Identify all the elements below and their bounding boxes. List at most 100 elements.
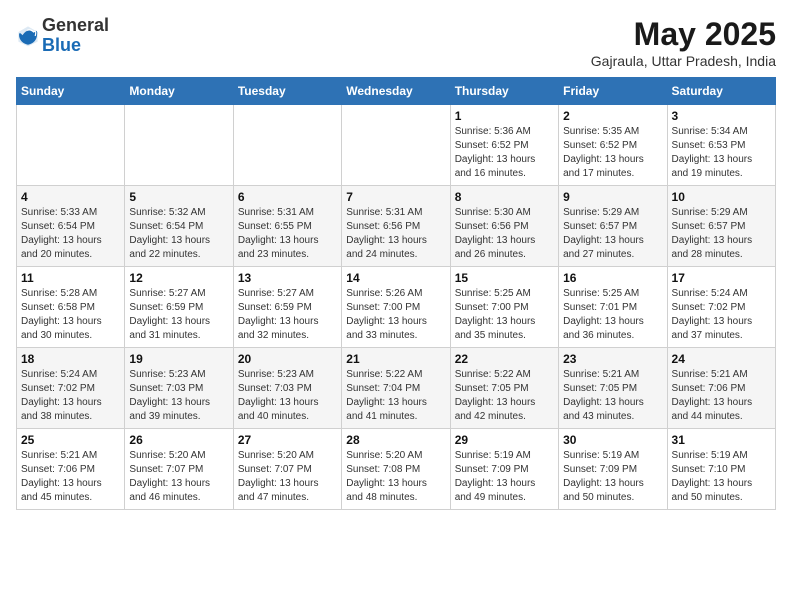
calendar-title: May 2025 [591, 16, 776, 53]
day-detail: Sunrise: 5:23 AM Sunset: 7:03 PM Dayligh… [129, 368, 228, 424]
day-detail: Sunrise: 5:27 AM Sunset: 6:59 PM Dayligh… [129, 287, 228, 343]
day-detail: Sunrise: 5:33 AM Sunset: 6:54 PM Dayligh… [21, 206, 120, 262]
day-cell: 4 Sunrise: 5:33 AM Sunset: 6:54 PM Daylig… [17, 186, 125, 267]
day-cell: 26 Sunrise: 5:20 AM Sunset: 7:07 PM Dayli… [125, 429, 233, 510]
day-cell: 21 Sunrise: 5:22 AM Sunset: 7:04 PM Dayli… [342, 348, 450, 429]
day-cell: 13Sunrise: 5:27 AM Sunset: 6:59 PM Dayli… [233, 267, 341, 348]
day-cell: 20 Sunrise: 5:23 AM Sunset: 7:03 PM Dayli… [233, 348, 341, 429]
day-number: 29 [455, 433, 554, 447]
day-cell: 9Sunrise: 5:29 AM Sunset: 6:57 PM Daylig… [559, 186, 667, 267]
day-cell: 11 Sunrise: 5:28 AM Sunset: 6:58 PM Dayli… [17, 267, 125, 348]
week-row-4: 18 Sunrise: 5:24 AM Sunset: 7:02 PM Dayli… [17, 348, 776, 429]
day-detail: Sunrise: 5:20 AM Sunset: 7:07 PM Dayligh… [129, 449, 228, 505]
day-detail: Sunrise: 5:26 AM Sunset: 7:00 PM Dayligh… [346, 287, 445, 343]
day-detail: Sunrise: 5:31 AM Sunset: 6:55 PM Dayligh… [238, 206, 337, 262]
day-detail: Sunrise: 5:28 AM Sunset: 6:58 PM Dayligh… [21, 287, 120, 343]
day-number: 16 [563, 271, 662, 285]
day-detail: Sunrise: 5:29 AM Sunset: 6:57 PM Dayligh… [672, 206, 771, 262]
day-cell: 14 Sunrise: 5:26 AM Sunset: 7:00 PM Dayli… [342, 267, 450, 348]
day-number: 1 [455, 109, 554, 123]
day-number: 23 [563, 352, 662, 366]
day-number: 15 [455, 271, 554, 285]
day-number: 17 [672, 271, 771, 285]
day-detail: Sunrise: 5:31 AM Sunset: 6:56 PM Dayligh… [346, 206, 445, 262]
day-cell [342, 105, 450, 186]
day-cell: 6 Sunrise: 5:31 AM Sunset: 6:55 PM Daylig… [233, 186, 341, 267]
day-detail: Sunrise: 5:25 AM Sunset: 7:00 PM Dayligh… [455, 287, 554, 343]
day-detail: Sunrise: 5:25 AM Sunset: 7:01 PM Dayligh… [563, 287, 662, 343]
calendar-subtitle: Gajraula, Uttar Pradesh, India [591, 53, 776, 69]
weekday-header-friday: Friday [559, 78, 667, 105]
day-cell: 15 Sunrise: 5:25 AM Sunset: 7:00 PM Dayli… [450, 267, 558, 348]
day-detail: Sunrise: 5:22 AM Sunset: 7:04 PM Dayligh… [346, 368, 445, 424]
day-cell [233, 105, 341, 186]
day-number: 28 [346, 433, 445, 447]
day-detail: Sunrise: 5:21 AM Sunset: 7:05 PM Dayligh… [563, 368, 662, 424]
weekday-header-thursday: Thursday [450, 78, 558, 105]
day-cell: 1 Sunrise: 5:36 AM Sunset: 6:52 PM Daylig… [450, 105, 558, 186]
day-detail: Sunrise: 5:22 AM Sunset: 7:05 PM Dayligh… [455, 368, 554, 424]
day-detail: Sunrise: 5:30 AM Sunset: 6:56 PM Dayligh… [455, 206, 554, 262]
weekday-header-wednesday: Wednesday [342, 78, 450, 105]
day-detail: Sunrise: 5:36 AM Sunset: 6:52 PM Dayligh… [455, 125, 554, 181]
day-cell [125, 105, 233, 186]
calendar-table: SundayMondayTuesdayWednesdayThursdayFrid… [16, 77, 776, 510]
day-detail: Sunrise: 5:34 AM Sunset: 6:53 PM Dayligh… [672, 125, 771, 181]
day-detail: Sunrise: 5:20 AM Sunset: 7:08 PM Dayligh… [346, 449, 445, 505]
day-number: 20 [238, 352, 337, 366]
day-detail: Sunrise: 5:19 AM Sunset: 7:10 PM Dayligh… [672, 449, 771, 505]
week-row-3: 11 Sunrise: 5:28 AM Sunset: 6:58 PM Dayli… [17, 267, 776, 348]
day-cell: 8 Sunrise: 5:30 AM Sunset: 6:56 PM Daylig… [450, 186, 558, 267]
day-detail: Sunrise: 5:19 AM Sunset: 7:09 PM Dayligh… [563, 449, 662, 505]
week-row-2: 4 Sunrise: 5:33 AM Sunset: 6:54 PM Daylig… [17, 186, 776, 267]
day-detail: Sunrise: 5:21 AM Sunset: 7:06 PM Dayligh… [21, 449, 120, 505]
day-detail: Sunrise: 5:24 AM Sunset: 7:02 PM Dayligh… [672, 287, 771, 343]
day-number: 18 [21, 352, 120, 366]
day-number: 5 [129, 190, 228, 204]
day-number: 11 [21, 271, 120, 285]
week-row-5: 25 Sunrise: 5:21 AM Sunset: 7:06 PM Dayli… [17, 429, 776, 510]
week-row-1: 1 Sunrise: 5:36 AM Sunset: 6:52 PM Daylig… [17, 105, 776, 186]
day-cell: 17 Sunrise: 5:24 AM Sunset: 7:02 PM Dayli… [667, 267, 775, 348]
day-number: 21 [346, 352, 445, 366]
logo-icon [16, 24, 40, 48]
day-detail: Sunrise: 5:19 AM Sunset: 7:09 PM Dayligh… [455, 449, 554, 505]
day-number: 22 [455, 352, 554, 366]
day-number: 25 [21, 433, 120, 447]
day-cell: 25 Sunrise: 5:21 AM Sunset: 7:06 PM Dayli… [17, 429, 125, 510]
day-cell: 3 Sunrise: 5:34 AM Sunset: 6:53 PM Daylig… [667, 105, 775, 186]
page-header: General Blue May 2025 Gajraula, Uttar Pr… [16, 16, 776, 69]
day-cell: 2 Sunrise: 5:35 AM Sunset: 6:52 PM Daylig… [559, 105, 667, 186]
weekday-header-sunday: Sunday [17, 78, 125, 105]
day-detail: Sunrise: 5:35 AM Sunset: 6:52 PM Dayligh… [563, 125, 662, 181]
day-number: 3 [672, 109, 771, 123]
day-cell: 7 Sunrise: 5:31 AM Sunset: 6:56 PM Daylig… [342, 186, 450, 267]
day-number: 14 [346, 271, 445, 285]
day-cell: 12Sunrise: 5:27 AM Sunset: 6:59 PM Dayli… [125, 267, 233, 348]
day-detail: Sunrise: 5:23 AM Sunset: 7:03 PM Dayligh… [238, 368, 337, 424]
day-detail: Sunrise: 5:29 AM Sunset: 6:57 PM Dayligh… [563, 206, 662, 262]
day-number: 24 [672, 352, 771, 366]
title-area: May 2025 Gajraula, Uttar Pradesh, India [591, 16, 776, 69]
day-cell: 27 Sunrise: 5:20 AM Sunset: 7:07 PM Dayli… [233, 429, 341, 510]
day-detail: Sunrise: 5:27 AM Sunset: 6:59 PM Dayligh… [238, 287, 337, 343]
day-number: 7 [346, 190, 445, 204]
day-number: 4 [21, 190, 120, 204]
day-cell [17, 105, 125, 186]
day-cell: 22 Sunrise: 5:22 AM Sunset: 7:05 PM Dayli… [450, 348, 558, 429]
day-detail: Sunrise: 5:20 AM Sunset: 7:07 PM Dayligh… [238, 449, 337, 505]
day-detail: Sunrise: 5:24 AM Sunset: 7:02 PM Dayligh… [21, 368, 120, 424]
day-number: 6 [238, 190, 337, 204]
day-cell: 30Sunrise: 5:19 AM Sunset: 7:09 PM Dayli… [559, 429, 667, 510]
day-detail: Sunrise: 5:32 AM Sunset: 6:54 PM Dayligh… [129, 206, 228, 262]
day-number: 8 [455, 190, 554, 204]
day-number: 26 [129, 433, 228, 447]
logo: General Blue [16, 16, 109, 56]
day-number: 19 [129, 352, 228, 366]
day-cell: 5 Sunrise: 5:32 AM Sunset: 6:54 PM Daylig… [125, 186, 233, 267]
weekday-header-row: SundayMondayTuesdayWednesdayThursdayFrid… [17, 78, 776, 105]
day-cell: 16 Sunrise: 5:25 AM Sunset: 7:01 PM Dayli… [559, 267, 667, 348]
day-cell: 24Sunrise: 5:21 AM Sunset: 7:06 PM Dayli… [667, 348, 775, 429]
day-number: 2 [563, 109, 662, 123]
day-number: 27 [238, 433, 337, 447]
